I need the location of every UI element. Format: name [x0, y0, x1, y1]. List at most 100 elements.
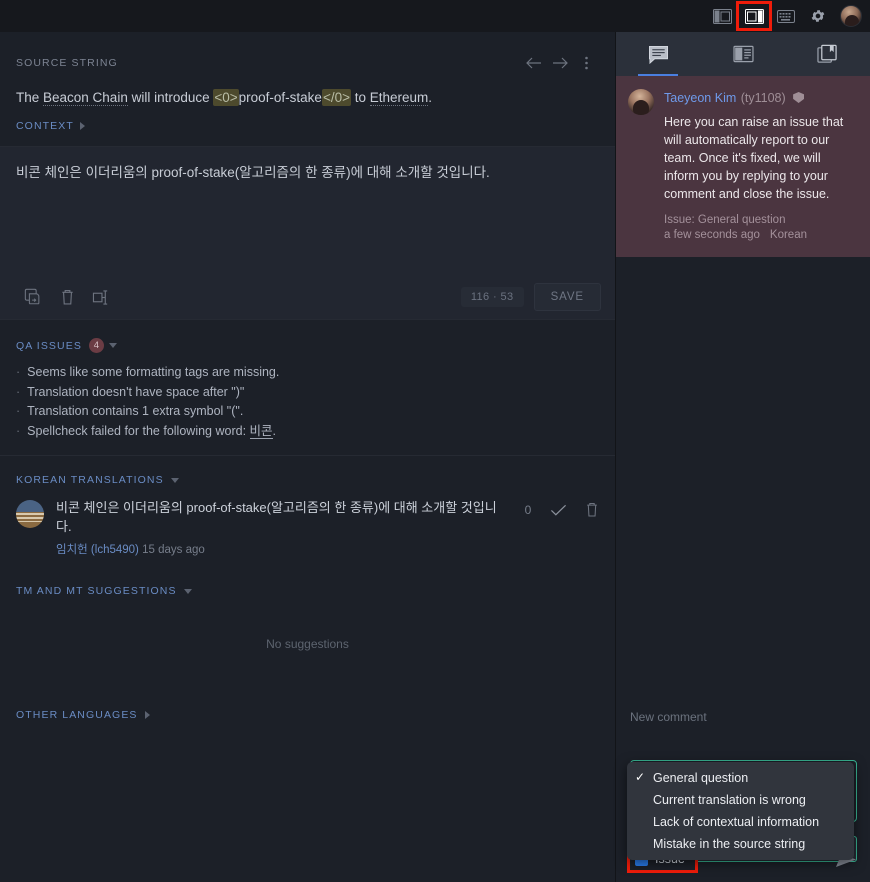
dropdown-option[interactable]: Lack of contextual information: [627, 811, 854, 833]
copy-source-glyph: [24, 288, 40, 305]
glossary-terms-icon: [732, 45, 754, 63]
comment-author-line: Taeyeon Kim (ty1108): [664, 89, 856, 107]
clear-translation-icon[interactable]: [50, 282, 84, 312]
bullet-icon: ·: [16, 384, 21, 399]
comment-timestamp: a few seconds ago: [664, 229, 760, 241]
translation-entry-row: 비콘 체인은 이더리움의 proof-of-stake(알고리즘의 한 종류)에…: [0, 492, 615, 567]
dropdown-option[interactable]: Current translation is wrong: [627, 789, 854, 811]
tab-comments[interactable]: [616, 32, 701, 76]
screenshots-book-icon: [817, 44, 837, 63]
dropdown-option[interactable]: General question: [627, 767, 854, 789]
comment-meta: a few seconds ago Korean: [664, 229, 856, 241]
layout-right-panel-glyph: [744, 8, 764, 24]
settings-gear-icon[interactable]: [802, 3, 834, 29]
chevron-down-icon: [170, 477, 179, 483]
trash-glyph: [61, 289, 73, 305]
source-term-ethereum: Ethereum: [369, 90, 429, 106]
editor-column: SOURCE STRING The Beacon Chain will intr…: [0, 32, 615, 882]
insert-tag-glyph: [92, 289, 107, 305]
comment-composer: New comment General question General que…: [616, 698, 870, 882]
tab-terms[interactable]: [701, 32, 786, 76]
source-tag-inner: proof-of-stake: [238, 90, 322, 105]
comment-item: Taeyeon Kim (ty1108) Here you can raise …: [616, 76, 870, 257]
top-bar-icon-group: [706, 1, 870, 31]
qa-issues-label: QA ISSUES: [16, 339, 82, 352]
bullet-icon: ·: [16, 423, 21, 438]
arrow-right-glyph: [553, 57, 568, 69]
translation-editor[interactable]: 비콘 체인은 이더리움의 proof-of-stake(알고리즘의 한 종류)에…: [0, 147, 615, 275]
chevron-right-icon: [144, 711, 150, 719]
source-tag-open[interactable]: <0>: [213, 89, 239, 106]
translator-avatar: [16, 500, 44, 528]
translation-text: 비콘 체인은 이더리움의 proof-of-stake(알고리즘의 한 종류)에…: [16, 165, 490, 180]
composer-inner: General question General question Curren…: [616, 730, 870, 882]
qa-issue-item: · Translation contains 1 extra symbol "(…: [16, 402, 599, 422]
next-string-arrow-icon[interactable]: [547, 50, 573, 76]
chevron-down-icon: [108, 343, 117, 348]
translation-entry-main: 비콘 체인은 이더리움의 proof-of-stake(알고리즘의 한 종류)에…: [56, 498, 512, 557]
right-panel-tabs: [616, 32, 870, 76]
chevron-right-icon: [79, 122, 85, 130]
other-languages-header[interactable]: OTHER LANGUAGES: [0, 691, 615, 727]
right-panel: Taeyeon Kim (ty1108) Here you can raise …: [615, 32, 870, 882]
comment-author-handle: (ty1108): [740, 91, 786, 105]
no-suggestions-text: No suggestions: [266, 637, 349, 651]
qa-issues-list: · Seems like some formatting tags are mi…: [0, 359, 615, 455]
translator-name[interactable]: 임치헌 (lch5490): [56, 544, 139, 556]
comment-bubble-icon: [648, 45, 668, 64]
keyboard-glyph: [777, 9, 795, 23]
korean-translations-header[interactable]: KOREAN TRANSLATIONS: [0, 456, 615, 492]
source-string-text: The Beacon Chain will introduce <0>proof…: [16, 88, 599, 108]
previous-string-arrow-icon[interactable]: [521, 50, 547, 76]
qa-issue-item: · Spellcheck failed for the following wo…: [16, 422, 599, 442]
qa-issues-header[interactable]: QA ISSUES 4: [0, 320, 615, 359]
comment-text: Here you can raise an issue that will au…: [664, 115, 844, 201]
korean-translations-label: KOREAN TRANSLATIONS: [16, 474, 164, 486]
qa-issue-item: · Translation doesn't have space after "…: [16, 383, 599, 403]
save-button[interactable]: SAVE: [533, 283, 601, 311]
context-toggle[interactable]: CONTEXT: [0, 110, 615, 146]
qa-issue-text: Seems like some formatting tags are miss…: [27, 365, 280, 379]
source-tag-close[interactable]: </0>: [321, 89, 351, 106]
translation-entry-time: 15 days ago: [142, 544, 205, 556]
qa-issue-prefix: Spellcheck failed for the following word…: [27, 423, 250, 438]
dropdown-option[interactable]: Mistake in the source string: [627, 833, 854, 855]
bullet-icon: ·: [16, 404, 21, 418]
source-mid2: to: [350, 90, 370, 105]
tab-screenshots[interactable]: [785, 32, 870, 76]
bullet-icon: ·: [16, 365, 21, 379]
new-comment-label: New comment: [630, 710, 707, 724]
trash-glyph: [587, 502, 597, 517]
translation-toolbar: 116 · 53 SAVE: [0, 275, 615, 319]
comment-author-name[interactable]: Taeyeon Kim: [664, 91, 736, 105]
translation-entry-actions: 0: [524, 501, 599, 518]
tm-suggestions-header[interactable]: TM AND MT SUGGESTIONS: [0, 567, 615, 603]
issue-type-dropdown-menu[interactable]: General question Current translation is …: [627, 762, 854, 860]
comment-author-avatar: [628, 89, 654, 115]
source-post: .: [428, 90, 433, 105]
source-string-header: SOURCE STRING: [0, 32, 615, 82]
translation-entry-meta: 임치헌 (lch5490) 15 days ago: [56, 541, 512, 557]
layout-left-panel-glyph: [712, 8, 732, 24]
layout-right-panel-icon[interactable]: [736, 1, 772, 31]
qa-issue-text: Translation contains 1 extra symbol "(".: [27, 404, 244, 418]
source-term-beacon-chain: Beacon Chain: [43, 90, 128, 106]
qa-issue-text: Spellcheck failed for the following word…: [27, 422, 276, 442]
chevron-down-icon: [183, 588, 192, 594]
comment-body: Taeyeon Kim (ty1108) Here you can raise …: [664, 89, 856, 241]
translation-entry-text: 비콘 체인은 이더리움의 proof-of-stake(알고리즘의 한 종류)에…: [56, 500, 497, 534]
qa-issue-word: 비콘: [249, 423, 273, 439]
layout-left-panel-icon[interactable]: [706, 3, 738, 29]
character-counter: 116 · 53: [460, 287, 524, 307]
approve-translation-icon[interactable]: [550, 503, 567, 517]
keyboard-shortcuts-icon[interactable]: [770, 3, 802, 29]
arrow-left-glyph: [526, 57, 541, 69]
delete-translation-icon[interactable]: [585, 501, 599, 518]
copy-source-icon[interactable]: [16, 282, 50, 312]
comment-language: Korean: [769, 229, 807, 241]
insert-tag-icon[interactable]: [84, 282, 118, 312]
source-mid1: will introduce: [127, 90, 214, 105]
comment-issue-type: Issue: General question: [664, 214, 786, 226]
user-avatar[interactable]: [840, 5, 862, 27]
more-options-icon[interactable]: [573, 50, 599, 76]
